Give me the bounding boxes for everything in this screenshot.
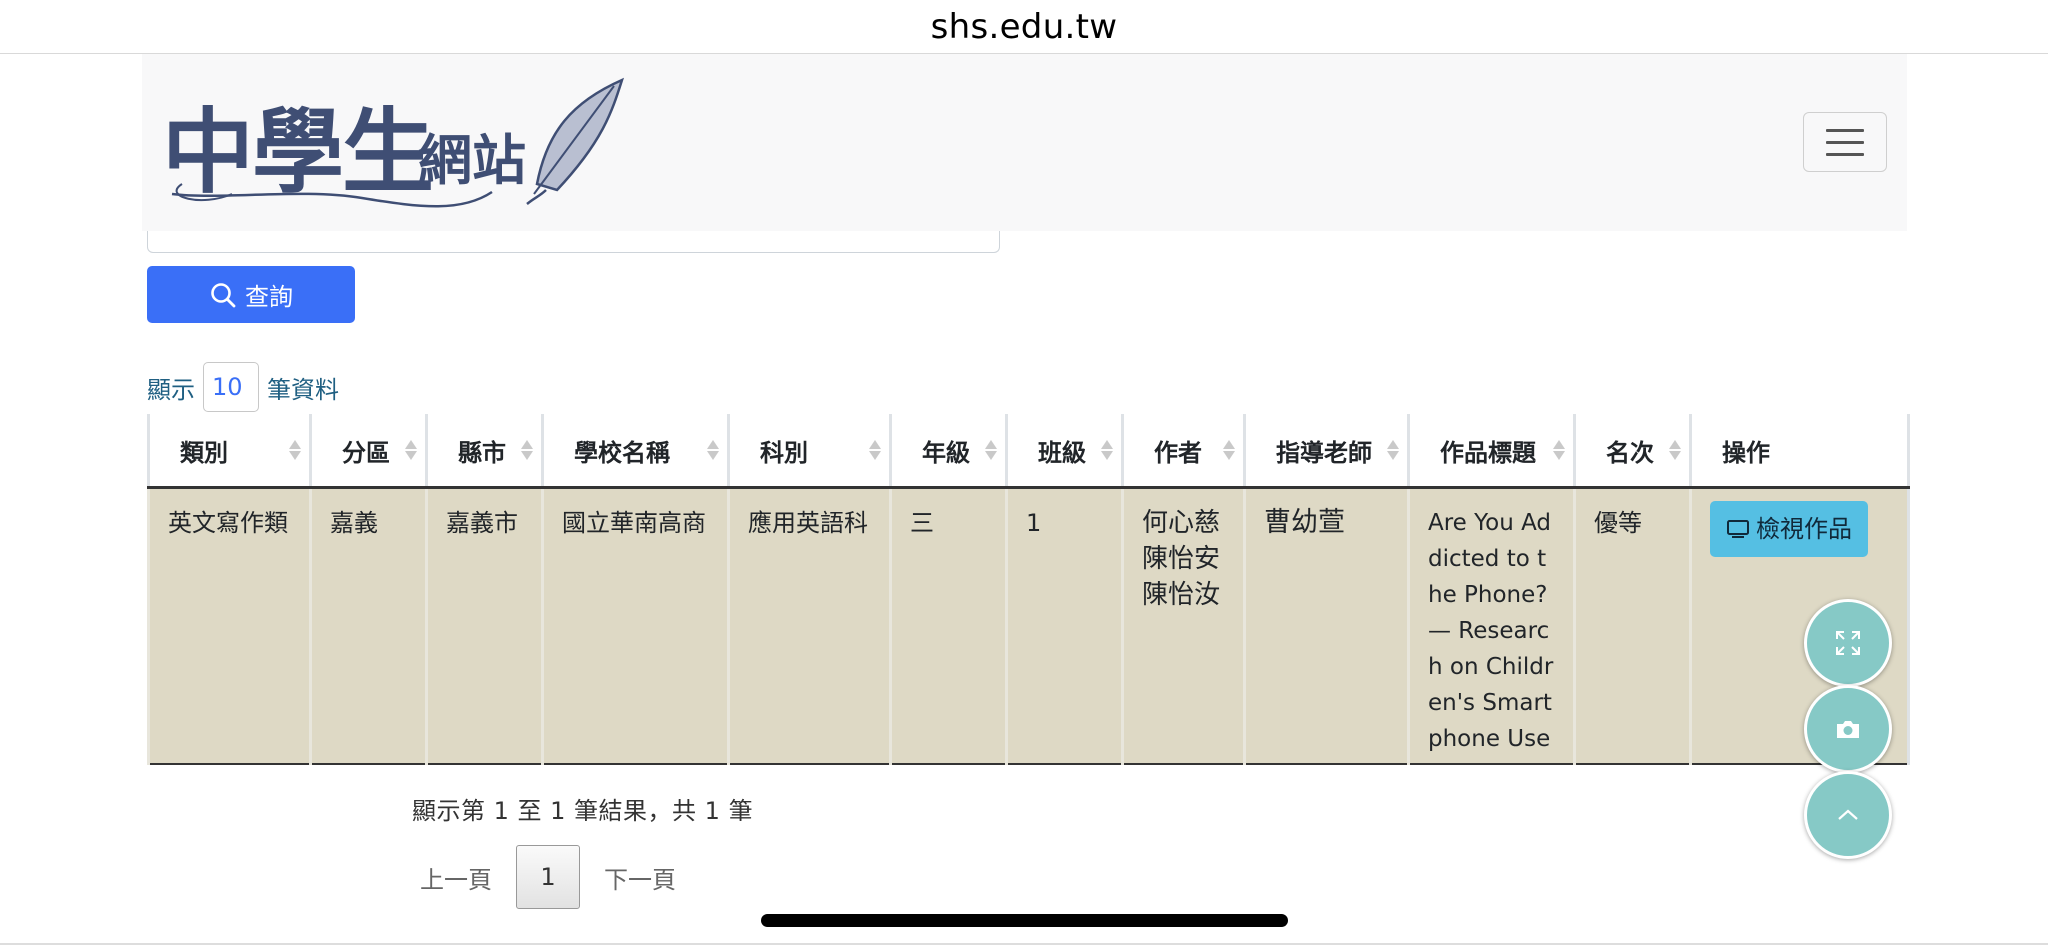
length-suffix: 筆資料 xyxy=(267,375,339,404)
cell-department: 應用英語科 xyxy=(727,487,891,765)
column-header-category[interactable]: 類別 xyxy=(147,414,311,489)
column-header-department[interactable]: 科別 xyxy=(727,414,891,489)
previous-page-link[interactable]: 上一頁 xyxy=(420,860,492,895)
cell-district: 嘉義 xyxy=(309,487,427,765)
home-indicator xyxy=(761,914,1288,927)
view-work-label: 檢視作品 xyxy=(1756,515,1852,543)
cell-grade: 三 xyxy=(889,487,1007,765)
sort-icon xyxy=(1101,440,1113,460)
column-header-city[interactable]: 縣市 xyxy=(425,414,543,489)
table-info: 顯示第 1 至 1 筆結果，共 1 筆 xyxy=(412,797,754,825)
sort-icon xyxy=(1387,440,1399,460)
camera-icon xyxy=(1837,721,1859,738)
sort-icon xyxy=(707,440,719,460)
cell-school: 國立華南高商 xyxy=(541,487,729,765)
search-icon xyxy=(211,282,236,307)
author-name: 何心慈 xyxy=(1142,508,1221,538)
length-prefix: 顯示 xyxy=(147,375,195,404)
column-header-school[interactable]: 學校名稱 xyxy=(541,414,729,489)
column-header-author[interactable]: 作者 xyxy=(1121,414,1245,489)
author-name: 陳怡安 xyxy=(1142,544,1221,574)
browser-address-bar[interactable]: shs.edu.tw xyxy=(0,0,2048,54)
fullscreen-icon xyxy=(1836,631,1860,655)
sort-icon xyxy=(1553,440,1565,460)
results-table: 類別 分區 縣市 學校名稱 科別 年級 班級 作者 指導老師 作品標題 名次 操… xyxy=(147,414,1910,765)
query-button-label: 查詢 xyxy=(245,283,293,311)
query-button[interactable]: 查詢 xyxy=(147,266,355,323)
length-select[interactable]: 10 xyxy=(203,362,259,412)
cell-authors: 何心慈 陳怡安 陳怡汝 xyxy=(1121,487,1245,765)
sort-icon xyxy=(405,440,417,460)
feather-icon xyxy=(171,77,625,208)
page-1-button[interactable]: 1 xyxy=(516,845,580,909)
site-logo[interactable]: 中學生 網站 xyxy=(162,72,642,222)
sort-icon xyxy=(1223,440,1235,460)
sort-icon xyxy=(1669,440,1681,460)
fullscreen-button[interactable] xyxy=(1804,599,1892,687)
table-header-row: 類別 分區 縣市 學校名稱 科別 年級 班級 作者 指導老師 作品標題 名次 操… xyxy=(147,414,1910,489)
cell-rank: 優等 xyxy=(1573,487,1691,765)
next-page-link[interactable]: 下一頁 xyxy=(604,860,676,895)
sort-icon xyxy=(985,440,997,460)
cell-city: 嘉義市 xyxy=(425,487,543,765)
menu-toggle-button[interactable] xyxy=(1803,112,1887,172)
site-header: 中學生 網站 xyxy=(142,54,1907,231)
column-header-rank[interactable]: 名次 xyxy=(1573,414,1691,489)
cell-title: Are You Addicted to the Phone? — Researc… xyxy=(1407,487,1575,765)
screenshot-button[interactable] xyxy=(1804,685,1892,773)
hamburger-icon xyxy=(1826,140,1864,144)
pagination: 上一頁 1 下一頁 xyxy=(420,845,676,909)
chevron-up-icon xyxy=(1838,809,1858,820)
page-length-control: 顯示 10 筆資料 xyxy=(147,362,339,412)
cell-teacher: 曹幼萱 xyxy=(1243,487,1409,765)
column-header-district[interactable]: 分區 xyxy=(309,414,427,489)
column-header-title[interactable]: 作品標題 xyxy=(1407,414,1575,489)
hamburger-icon xyxy=(1826,152,1864,156)
sort-icon xyxy=(289,440,301,460)
hamburger-icon xyxy=(1826,128,1864,132)
column-header-teacher[interactable]: 指導老師 xyxy=(1243,414,1409,489)
view-work-button[interactable]: 檢視作品 xyxy=(1710,501,1868,557)
table-row: 英文寫作類 嘉義 嘉義市 國立華南高商 應用英語科 三 1 何心慈 陳怡安 陳怡… xyxy=(147,487,1910,765)
monitor-icon xyxy=(1727,520,1749,538)
sort-icon xyxy=(521,440,533,460)
column-header-class[interactable]: 班級 xyxy=(1005,414,1123,489)
column-header-grade[interactable]: 年級 xyxy=(889,414,1007,489)
url-text: shs.edu.tw xyxy=(930,6,1118,47)
cell-category: 英文寫作類 xyxy=(147,487,311,765)
sort-icon xyxy=(869,440,881,460)
back-to-top-button[interactable] xyxy=(1804,771,1892,859)
cell-class: 1 xyxy=(1005,487,1123,765)
column-header-action: 操作 xyxy=(1689,414,1910,489)
author-name: 陳怡汝 xyxy=(1142,580,1221,610)
